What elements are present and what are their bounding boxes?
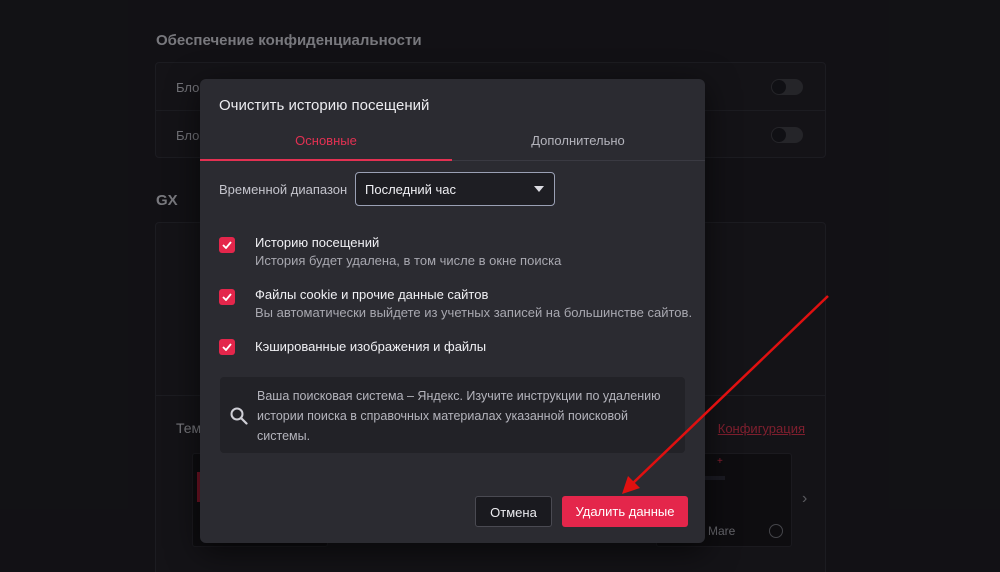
checkmark-icon	[222, 241, 232, 249]
checkmark-icon	[222, 343, 232, 351]
cookies-checkbox[interactable]	[219, 289, 235, 305]
caret-down-icon	[534, 186, 544, 192]
time-range-select[interactable]: Последний час	[355, 172, 555, 206]
cancel-button[interactable]: Отмена	[475, 496, 552, 527]
dialog-title: Очистить историю посещений	[219, 97, 430, 114]
tab-advanced[interactable]: Дополнительно	[452, 129, 704, 161]
checkmark-icon	[222, 293, 232, 301]
option-title: Историю посещений	[255, 235, 380, 250]
search-icon	[230, 407, 248, 425]
clear-history-dialog: Очистить историю посещений Основные Допо…	[200, 79, 705, 543]
option-description: История будет удалена, в том числе в окн…	[255, 253, 562, 268]
delete-data-button[interactable]: Удалить данные	[562, 496, 688, 527]
option-title: Файлы cookie и прочие данные сайтов	[255, 287, 489, 302]
history-checkbox[interactable]	[219, 237, 235, 253]
search-engine-info: Ваша поисковая система – Яндекс. Изучите…	[220, 377, 685, 453]
option-title: Кэшированные изображения и файлы	[255, 339, 487, 354]
time-range-value: Последний час	[365, 182, 457, 197]
time-range-label: Временной диапазон	[219, 182, 348, 197]
cache-checkbox[interactable]	[219, 339, 235, 355]
tab-basic[interactable]: Основные	[200, 129, 452, 161]
info-text: Ваша поисковая система – Яндекс. Изучите…	[257, 389, 661, 443]
option-description: Вы автоматически выйдете из учетных запи…	[255, 305, 693, 320]
dialog-tabs: Основные Дополнительно	[200, 129, 705, 161]
